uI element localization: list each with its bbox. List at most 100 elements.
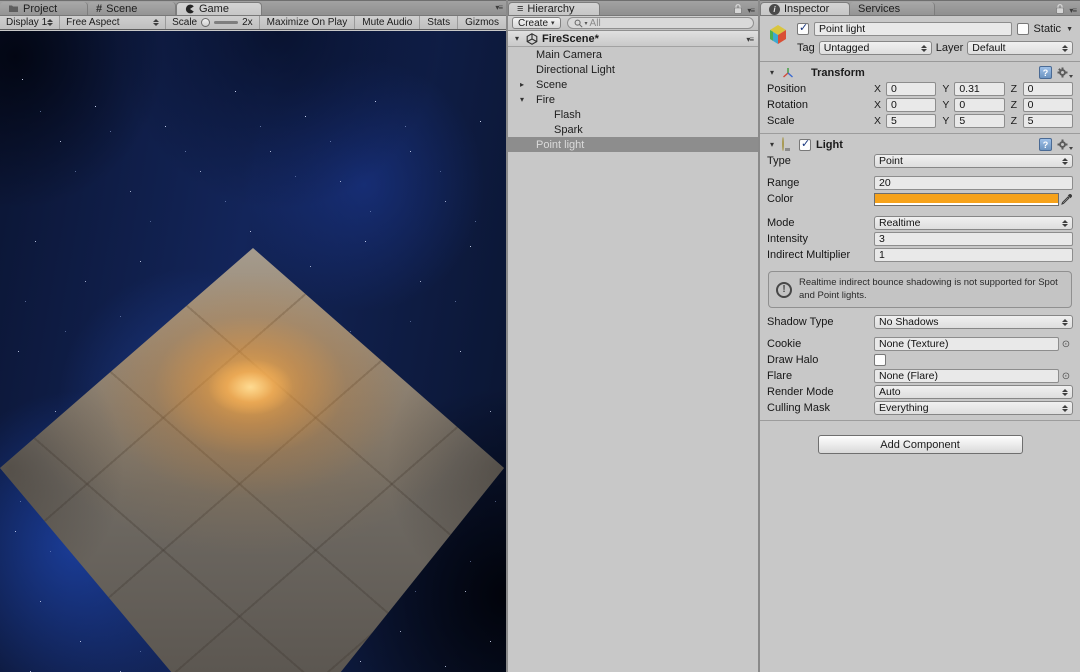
position-z-field[interactable]: 0 — [1022, 82, 1073, 96]
render-mode-label: Render Mode — [767, 386, 834, 399]
foldout-open-icon[interactable]: ▾ — [512, 34, 522, 43]
lock-icon[interactable] — [733, 3, 743, 18]
tree-item-label: Main Camera — [536, 48, 603, 61]
mute-label: Mute Audio — [362, 17, 413, 28]
culling-mask-value: Everything — [879, 402, 929, 415]
gizmos-button[interactable]: Gizmos — [457, 16, 506, 29]
light-enabled-checkbox[interactable]: ✓ — [799, 138, 811, 151]
tab-project-label: Project — [23, 2, 58, 15]
tree-item-scene[interactable]: ▸ Scene — [508, 77, 758, 92]
culling-mask-dropdown[interactable]: Everything — [874, 401, 1073, 416]
light-component: ▾ ✓ Light ? Type Point Range 20 Color Mo… — [760, 134, 1080, 422]
scale-y-field[interactable]: 5 — [954, 114, 1005, 128]
range-label: Range — [767, 177, 800, 189]
scale-slider-track[interactable] — [214, 21, 239, 24]
tree-item-label: Point light — [536, 138, 585, 151]
cookie-object-field[interactable]: None (Texture) — [874, 337, 1059, 352]
scene-header-firescene[interactable]: ▾ FireScene* ▾≡ — [508, 31, 758, 47]
tree-item-fire[interactable]: ▾ Fire — [508, 92, 758, 107]
game-tabstrip: Project # Scene Game ▾≡ — [0, 0, 506, 16]
foldout-open-icon[interactable]: ▾ — [517, 95, 527, 104]
axis-y-label: Y — [942, 99, 950, 111]
static-checkbox[interactable] — [1016, 23, 1029, 35]
tab-inspector[interactable]: i Inspector — [760, 2, 850, 15]
draw-halo-checkbox[interactable] — [874, 354, 886, 367]
position-y-field[interactable]: 0.31 — [954, 82, 1005, 96]
rotation-label: Rotation — [767, 99, 808, 111]
pane-menu-icon[interactable]: ▾≡ — [747, 6, 755, 16]
aspect-dropdown[interactable]: Free Aspect — [60, 16, 167, 29]
foldout-closed-icon[interactable]: ▸ — [517, 80, 527, 89]
mode-dropdown[interactable]: Realtime — [874, 216, 1073, 230]
light-color-swatch[interactable] — [874, 192, 1059, 206]
position-x-field[interactable]: 0 — [886, 82, 937, 96]
foldout-open-icon[interactable]: ▾ — [767, 68, 777, 77]
info-icon: i — [769, 3, 780, 15]
scale-label: Scale — [767, 115, 795, 127]
range-field[interactable]: 20 — [874, 176, 1073, 190]
tree-item-main-camera[interactable]: Main Camera — [508, 47, 758, 62]
render-mode-dropdown[interactable]: Auto — [874, 385, 1073, 400]
tab-services[interactable]: Services — [850, 2, 935, 15]
shadow-type-dropdown[interactable]: No Shadows — [874, 315, 1073, 330]
help-icon[interactable]: ? — [1039, 138, 1052, 151]
tab-game[interactable]: Game — [176, 2, 262, 15]
flare-object-field[interactable]: None (Flare) — [874, 369, 1059, 384]
hierarchy-panel: ≡ Hierarchy ▾≡ Create ▾ ▾ All ▾ FireScen… — [508, 0, 758, 672]
tree-item-directional-light[interactable]: Directional Light — [508, 62, 758, 77]
pane-menu-icon[interactable]: ▾≡ — [495, 3, 503, 13]
active-checkbox[interactable]: ✓ — [797, 22, 809, 35]
tab-project[interactable]: Project — [0, 2, 88, 15]
warning-text: Realtime indirect bounce shadowing is no… — [799, 277, 1058, 301]
gameobject-cube-icon — [767, 23, 789, 48]
position-row: Position X 0 Y 0.31 Z 0 — [767, 81, 1073, 97]
foldout-open-icon[interactable]: ▾ — [767, 140, 777, 149]
hierarchy-list-icon: ≡ — [517, 3, 524, 15]
search-input[interactable]: ▾ All — [566, 17, 754, 29]
scale-slider-knob[interactable] — [201, 18, 211, 27]
mode-label: Mode — [767, 217, 795, 229]
indirect-multiplier-field[interactable]: 1 — [874, 248, 1073, 262]
tag-dropdown[interactable]: Untagged — [818, 41, 932, 55]
intensity-field[interactable]: 3 — [874, 232, 1073, 246]
tab-hierarchy[interactable]: ≡ Hierarchy — [508, 2, 600, 15]
pane-menu-icon[interactable]: ▾≡ — [1069, 6, 1077, 16]
gizmos-label: Gizmos — [465, 17, 499, 28]
eyedropper-icon[interactable] — [1059, 193, 1073, 205]
rotation-z-field[interactable]: 0 — [1022, 98, 1073, 112]
maximize-on-play-button[interactable]: Maximize On Play — [258, 16, 355, 29]
create-button[interactable]: Create ▾ — [512, 17, 561, 29]
rotation-x-field[interactable]: 0 — [886, 98, 937, 112]
object-picker-icon[interactable]: ⊙ — [1059, 339, 1073, 350]
tree-item-point-light[interactable]: Point light — [508, 137, 758, 152]
layer-dropdown[interactable]: Default — [967, 41, 1073, 55]
add-component-button[interactable]: Add Component — [817, 435, 1023, 455]
display-dropdown[interactable]: Display 1 — [0, 16, 61, 29]
name-field[interactable]: Point light — [814, 22, 1012, 36]
static-caret-icon[interactable]: ▼ — [1066, 26, 1073, 33]
game-viewport[interactable] — [0, 31, 506, 672]
indirect-multiplier-label: Indirect Multiplier — [767, 249, 851, 261]
tab-scene[interactable]: # Scene — [88, 2, 176, 15]
mute-audio-button[interactable]: Mute Audio — [354, 16, 419, 29]
draw-halo-label: Draw Halo — [767, 354, 819, 367]
type-dropdown[interactable]: Point — [874, 154, 1073, 168]
mode-row: Mode Realtime — [767, 215, 1073, 231]
gear-icon[interactable] — [1057, 67, 1073, 78]
mode-value: Realtime — [879, 217, 921, 229]
help-icon[interactable]: ? — [1039, 66, 1052, 79]
scale-z-field[interactable]: 5 — [1022, 114, 1073, 128]
transform-axis-icon — [782, 67, 794, 79]
scene-menu-icon[interactable]: ▾≡ — [746, 35, 754, 45]
object-picker-icon[interactable]: ⊙ — [1059, 371, 1073, 382]
create-caret-icon: ▾ — [551, 20, 555, 27]
inspector-tabstrip: i Inspector Services ▾≡ — [760, 0, 1080, 16]
tree-item-flash[interactable]: Flash — [508, 107, 758, 122]
scale-x-field[interactable]: 5 — [886, 114, 937, 128]
check-icon: ✓ — [799, 22, 809, 34]
tab-services-label: Services — [858, 2, 901, 15]
stats-button[interactable]: Stats — [419, 16, 457, 29]
gear-icon[interactable] — [1057, 139, 1073, 150]
tree-item-spark[interactable]: Spark — [508, 122, 758, 137]
rotation-y-field[interactable]: 0 — [954, 98, 1005, 112]
